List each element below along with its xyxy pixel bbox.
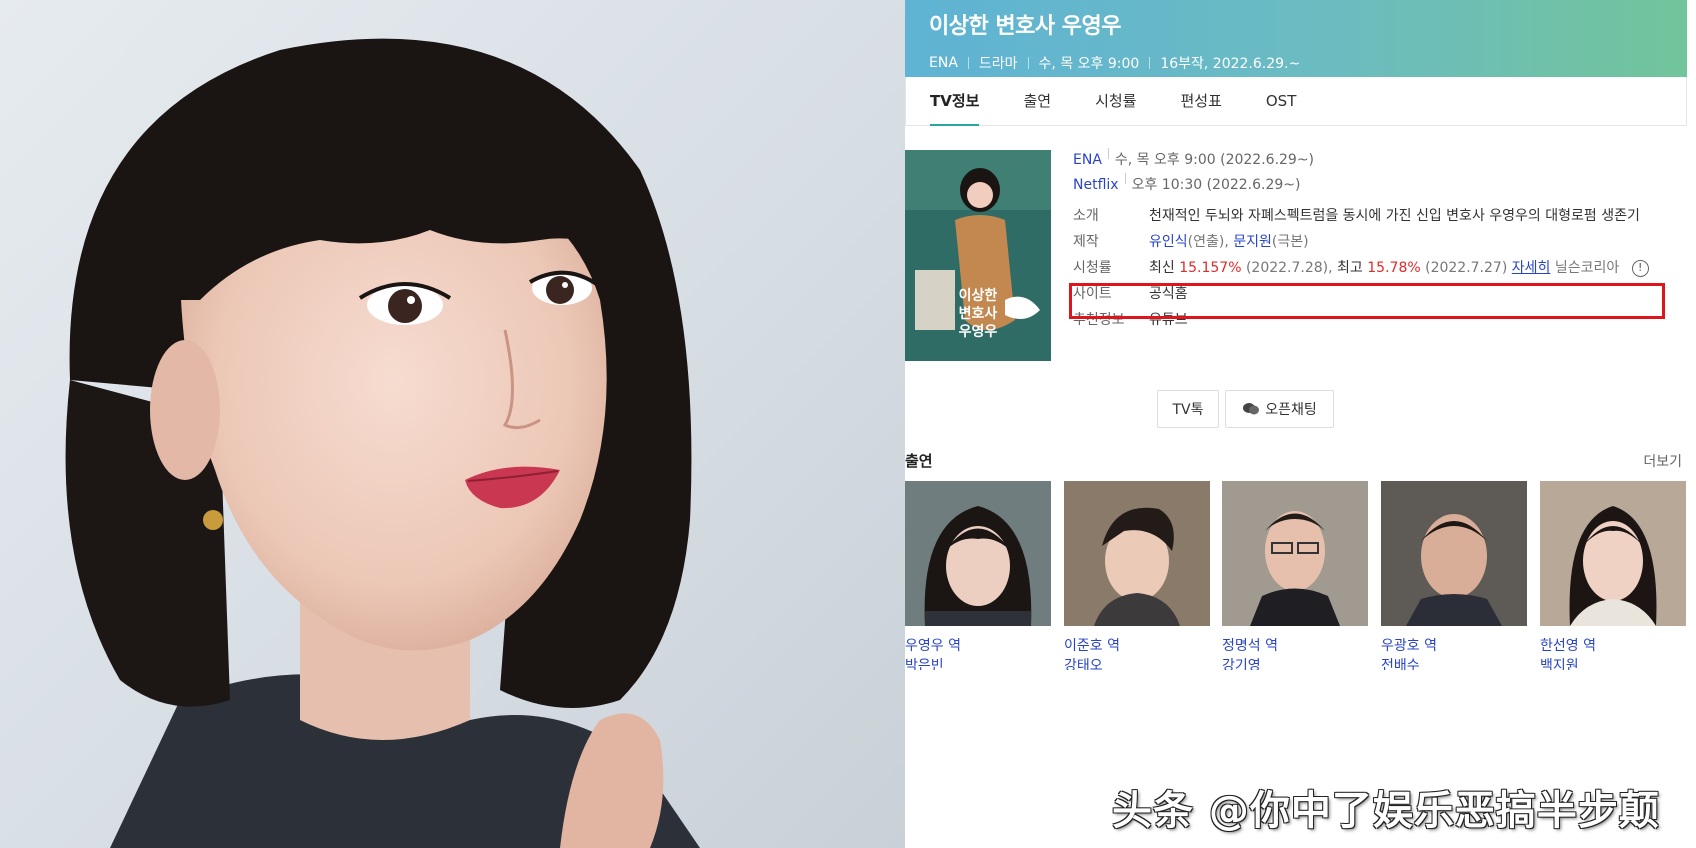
- director-link[interactable]: 유인식: [1149, 234, 1188, 250]
- tab-ost[interactable]: OST: [1266, 77, 1297, 125]
- drama-info-panel: 이상한 변호사 우영우 ENA 드라마 수, 목 오후 9:00 16부작, 2…: [905, 0, 1696, 848]
- drama-title[interactable]: 이상한 변호사 우영우: [929, 8, 1663, 40]
- intro-text: 천재적인 두뇌와 자폐스펙트럼을 동시에 가진 신입 변호사 우영우의 대형로펌…: [1149, 208, 1640, 224]
- watermark-text: 头条 @你中了娱乐恶搞半步颠: [1112, 788, 1660, 834]
- channel-link-ena[interactable]: ENA: [1073, 148, 1102, 172]
- poster-title-line-1: 이상한: [959, 287, 998, 304]
- cast-actor[interactable]: 강기영: [1222, 656, 1368, 670]
- rating-highlight-box: [1069, 283, 1665, 319]
- latest-rating-date: (2022.7.28),: [1245, 260, 1333, 276]
- portrait-photo: [0, 0, 905, 848]
- poster-title-line-2: 변호사: [959, 306, 998, 322]
- cast-photo[interactable]: [1540, 481, 1686, 626]
- cast-photo[interactable]: [905, 481, 1051, 626]
- tv-talk-label: TV톡: [1172, 402, 1204, 418]
- open-chat-button[interactable]: 오픈채팅: [1225, 390, 1334, 428]
- cast-more-link[interactable]: 더보기: [1643, 451, 1682, 471]
- cast-card[interactable]: 정명석 역 강기영: [1222, 481, 1368, 670]
- cast-actor[interactable]: 백지원: [1540, 656, 1686, 670]
- director-role: (연출),: [1187, 234, 1229, 250]
- broadcast-time-ena: 수, 목 오후 9:00 (2022.6.29~): [1114, 152, 1315, 168]
- divider: [1107, 148, 1109, 159]
- tab-cast[interactable]: 출연: [1023, 77, 1051, 125]
- poster-title-line-3: 우영우: [959, 323, 998, 340]
- cast-section-title: 출연: [905, 452, 933, 470]
- cast-role[interactable]: 정명석 역: [1222, 636, 1368, 656]
- meta-schedule: 수, 목 오후 9:00: [1038, 56, 1140, 72]
- tv-talk-button[interactable]: TV톡: [1157, 390, 1219, 428]
- max-rating-date: (2022.7.27): [1425, 260, 1508, 276]
- rating-source: 닐슨코리아: [1554, 260, 1620, 276]
- rating-detail-link[interactable]: 자세히: [1512, 260, 1551, 276]
- cast-role[interactable]: 우광호 역: [1381, 636, 1527, 656]
- tab-tv-info[interactable]: TV정보: [930, 77, 980, 126]
- chat-bubble-icon: [1242, 402, 1260, 416]
- meta-divider: [1027, 57, 1029, 69]
- cast-actor[interactable]: 강태오: [1064, 656, 1210, 670]
- production-label: 제작: [1073, 234, 1099, 250]
- tab-bar: TV정보 출연 시청률 편성표 OST: [905, 77, 1687, 126]
- cast-role[interactable]: 우영우 역: [905, 636, 1051, 656]
- broadcast-time-netflix: 오후 10:30 (2022.6.29~): [1131, 177, 1301, 193]
- intro-row: 소개 천재적인 두뇌와 자폐스펙트럼을 동시에 가진 신입 변호사 우영우의 대…: [1073, 203, 1693, 229]
- cast-role[interactable]: 한선영 역: [1540, 636, 1686, 656]
- cast-card[interactable]: 우영우 역 박은빈: [905, 481, 1051, 670]
- cast-photo[interactable]: [1381, 481, 1527, 626]
- rating-row: 시청률 최신 15.157% (2022.7.28), 최고 15.78% (2…: [1073, 255, 1693, 281]
- production-row: 제작 유인식(연출), 문지원(극본): [1073, 229, 1693, 255]
- drama-header: 이상한 변호사 우영우 ENA 드라마 수, 목 오후 9:00 16부작, 2…: [905, 0, 1687, 77]
- tab-schedule[interactable]: 편성표: [1180, 77, 1221, 125]
- channel-link-netflix[interactable]: Netflix: [1073, 173, 1119, 197]
- cast-card[interactable]: 우광호 역 전배수: [1381, 481, 1527, 670]
- drama-meta: ENA 드라마 수, 목 오후 9:00 16부작, 2022.6.29.~: [929, 53, 1663, 73]
- writer-role: (극본): [1271, 234, 1309, 250]
- broadcast-netflix: Netflix 오후 10:30 (2022.6.29~): [1073, 173, 1693, 197]
- divider: [1124, 173, 1126, 184]
- tab-ratings[interactable]: 시청률: [1095, 77, 1136, 125]
- cast-photo[interactable]: [1064, 481, 1210, 626]
- cast-actor[interactable]: 전배수: [1381, 656, 1527, 670]
- latest-label: 최신: [1149, 260, 1175, 276]
- max-rating-value: 15.78%: [1367, 260, 1421, 276]
- max-label: 최고: [1337, 260, 1363, 276]
- cast-card[interactable]: 이준호 역 강태오: [1064, 481, 1210, 670]
- cast-role[interactable]: 이준호 역: [1064, 636, 1210, 656]
- info-icon[interactable]: !: [1631, 259, 1649, 277]
- broadcast-ena: ENA 수, 목 오후 9:00 (2022.6.29~): [1073, 148, 1693, 172]
- meta-divider: [1149, 57, 1151, 69]
- meta-divider: [967, 57, 969, 69]
- cast-actor[interactable]: 박은빈: [905, 656, 1051, 670]
- drama-poster[interactable]: 이상한 변호사 우영우: [905, 150, 1051, 361]
- rating-label: 시청률: [1073, 260, 1112, 276]
- latest-rating-value: 15.157%: [1179, 260, 1242, 276]
- intro-label: 소개: [1073, 208, 1099, 224]
- cast-card[interactable]: 한선영 역 백지원: [1540, 481, 1686, 670]
- cast-photo[interactable]: [1222, 481, 1368, 626]
- meta-episodes: 16부작, 2022.6.29.~: [1160, 56, 1301, 72]
- writer-link[interactable]: 문지원: [1233, 234, 1272, 250]
- meta-genre: 드라마: [978, 56, 1018, 72]
- meta-channel: ENA: [929, 55, 958, 71]
- open-chat-label: 오픈채팅: [1265, 402, 1317, 418]
